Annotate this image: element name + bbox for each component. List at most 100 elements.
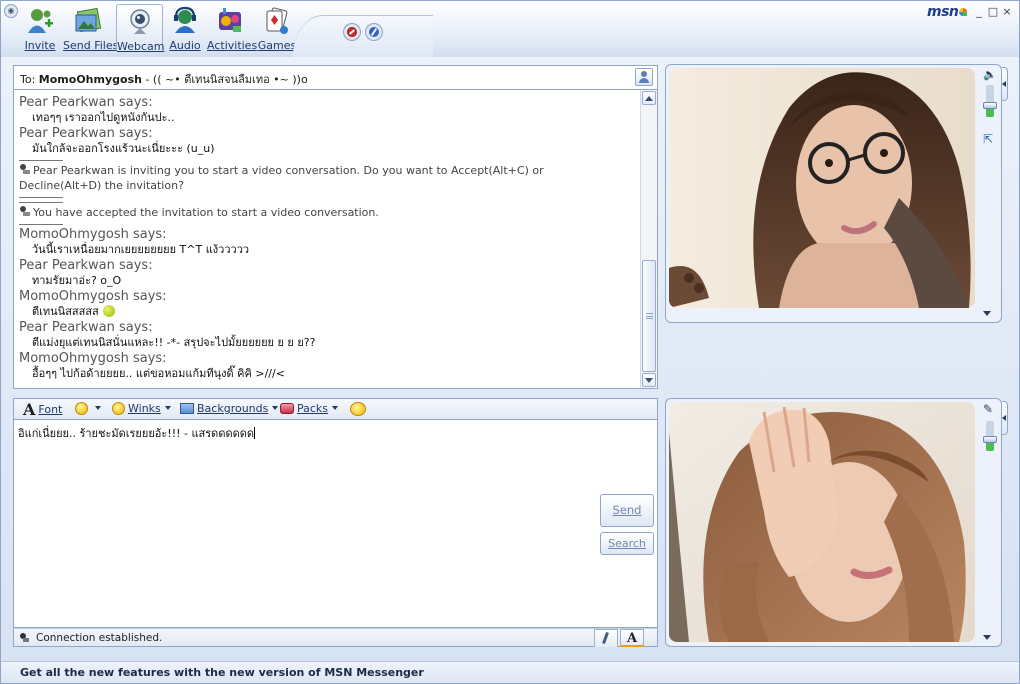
message-sender: Pear Pearkwan says: (19, 258, 153, 273)
system-info-icon (19, 164, 31, 175)
message-text-value: วันนี้เราเหนื่อยมากเยยยยยยยย T^T แง้วววว… (32, 243, 250, 256)
message-text: มันใกล้จะออกโรงแร้วนะเนี่ยะะะ (u_u) (19, 142, 640, 156)
local-webcam-controls: ✎ (978, 399, 1000, 646)
status-text: Connection established. (36, 632, 163, 644)
games-button[interactable]: Games (257, 4, 297, 52)
local-options-arrow[interactable] (983, 635, 991, 640)
handwriting-tab[interactable] (594, 629, 618, 647)
audio-label: Audio (169, 39, 201, 52)
upgrade-banner[interactable]: Get all the new features with the new ve… (1, 661, 1019, 683)
backgrounds-label: Backgrounds (197, 402, 269, 415)
send-button[interactable]: Send (600, 494, 654, 527)
messenger-window: ◉ Invite Send Files Webcam Audio Activit… (0, 0, 1020, 684)
compose-text: อิแก่เนี่ยยย.. ร้ายชะมัดเรยยยอ้ะ!!! - แส… (18, 424, 256, 442)
butterfly-icon (959, 8, 968, 16)
settings-pen-icon[interactable]: ✎ (983, 403, 995, 415)
remote-volume-slider[interactable] (983, 85, 997, 117)
toolbar-curve (293, 15, 433, 57)
speaker-icon[interactable]: 🔈 (983, 68, 997, 81)
local-webcam-panel: ✎ (665, 398, 1002, 647)
remote-options-arrow[interactable] (983, 311, 991, 316)
message-sender: MomoOhmygosh says: (19, 227, 167, 242)
remote-webcam-video (669, 68, 975, 308)
local-volume-knob[interactable] (983, 436, 997, 443)
display-picture-button[interactable] (365, 23, 383, 41)
message-sender: MomoOhmygosh says: (19, 289, 167, 304)
font-icon: A (23, 400, 36, 419)
status-bar: Connection established. A (13, 628, 658, 647)
status-icon (19, 633, 30, 643)
webcam-button[interactable]: Webcam (116, 4, 165, 53)
popout-icon[interactable]: ⇱ (983, 133, 995, 145)
divider (19, 197, 63, 198)
tennis-ball-icon (102, 305, 115, 317)
emoticons-button[interactable] (75, 402, 101, 415)
maximize-button[interactable]: □ (987, 5, 999, 18)
scroll-up-button[interactable] (642, 91, 656, 105)
invite-icon (25, 6, 55, 36)
webcam-icon (125, 7, 155, 37)
system-menu-icon[interactable]: ◉ (4, 4, 18, 18)
remote-webcam-panel: 🔈 ⇱ (665, 64, 1002, 323)
local-volume-slider[interactable] (983, 421, 997, 451)
backgrounds-icon (180, 403, 194, 414)
close-button[interactable]: × (1001, 5, 1013, 18)
message-text-value: อื้อๆๆ ไปก้อด้ายยยย.. แต่ขอหอมแก้มทีนุงด… (32, 367, 285, 380)
system-message: You have accepted the invitation to star… (19, 205, 640, 220)
invite-button[interactable]: Invite (23, 4, 57, 52)
smiley-icon (75, 402, 88, 415)
message-sender: Pear Pearkwan says: (19, 320, 153, 335)
local-panel-grip[interactable] (1002, 401, 1008, 435)
message-text: เทอๆๆ เราออกไปดูหนังกันปะ.. (19, 111, 640, 125)
message-text-value: มันใกล้จะออกโรงแร้วนะเนี่ยะะะ (u_u) (32, 142, 215, 155)
message-text: อื้อๆๆ ไปก้อด้ายยยย.. แต่ขอหอมแก้มทีนุงด… (19, 367, 640, 381)
minimize-button[interactable]: _ (973, 5, 985, 18)
history-scrollbar[interactable] (640, 90, 657, 388)
font-button[interactable]: A Font (23, 400, 62, 419)
to-bar: To: MomoOhmygosh - (( ~• ตีเทนนิสจนลืมเท… (13, 65, 658, 89)
message-text: ทามรัยมาอ่ะ? o_O (19, 274, 640, 288)
contact-status: - (( ~• ตีเทนนิสจนลืมเทอ •~ ))o (141, 73, 308, 86)
packs-icon (280, 403, 294, 414)
block-button[interactable] (343, 23, 361, 41)
message-list: Pear Pearkwan says: เทอๆๆ เราออกไปดูหนังก… (14, 94, 640, 382)
message-text-value: ทามรัยมาอ่ะ? o_O (32, 274, 122, 287)
text-tab[interactable]: A (620, 629, 644, 647)
send-files-button[interactable]: Send Files (63, 4, 118, 52)
backgrounds-button[interactable]: Backgrounds (180, 402, 279, 415)
message-text: วันนี้เราเหนื่อยมากเยยยยยยยย T^T แง้วววว… (19, 243, 640, 257)
remote-panel-grip[interactable] (1002, 67, 1008, 101)
conversation-history: Pear Pearkwan says: เทอๆๆ เราออกไปดูหนังก… (13, 89, 658, 389)
text-caret (254, 427, 256, 439)
scroll-thumb[interactable] (642, 260, 656, 372)
winks-label: Winks (128, 402, 161, 415)
contact-card-icon[interactable] (635, 68, 653, 86)
grip-icon (646, 313, 653, 319)
message-input[interactable]: อิแก่เนี่ยยย.. ร้ายชะมัดเรยยยอ้ะ!!! - แส… (13, 420, 658, 628)
message-sender: Pear Pearkwan says: (19, 95, 153, 110)
nudge-button[interactable] (350, 402, 369, 416)
contact-name[interactable]: MomoOhmygosh (39, 73, 142, 86)
compose-text-value: อิแก่เนี่ยยย.. ร้ายชะมัดเรยยยอ้ะ!!! - แส… (18, 427, 255, 440)
search-button[interactable]: Search (600, 532, 654, 555)
winks-button[interactable]: Winks (112, 402, 171, 415)
invite-label: Invite (24, 39, 56, 52)
message-text-value: เทอๆๆ เราออกไปดูหนังกันปะ.. (32, 111, 175, 124)
system-message: Pear Pearkwan is inviting you to start a… (19, 163, 640, 193)
remote-volume-knob[interactable] (983, 102, 997, 109)
audio-button[interactable]: Audio (167, 4, 203, 52)
packs-button[interactable]: Packs (280, 402, 339, 415)
local-webcam-video (669, 402, 975, 642)
block-icon (347, 27, 357, 37)
activities-button[interactable]: Activities (207, 4, 258, 52)
scroll-down-button[interactable] (642, 373, 656, 387)
activities-label: Activities (207, 39, 258, 52)
system-message-text: You have accepted the invitation to star… (33, 206, 379, 219)
games-label: Games (257, 39, 297, 52)
divider (19, 224, 63, 225)
message-text-value: ตีเทนนิสสสสส (32, 305, 99, 318)
send-files-icon (73, 6, 103, 36)
message-sender: MomoOhmygosh says: (19, 351, 167, 366)
message-text-value: ตีแม่งยุแต่เทนนิสนั่นแหละ!! -*- สรุปจะไป… (32, 336, 316, 349)
divider (19, 160, 63, 161)
